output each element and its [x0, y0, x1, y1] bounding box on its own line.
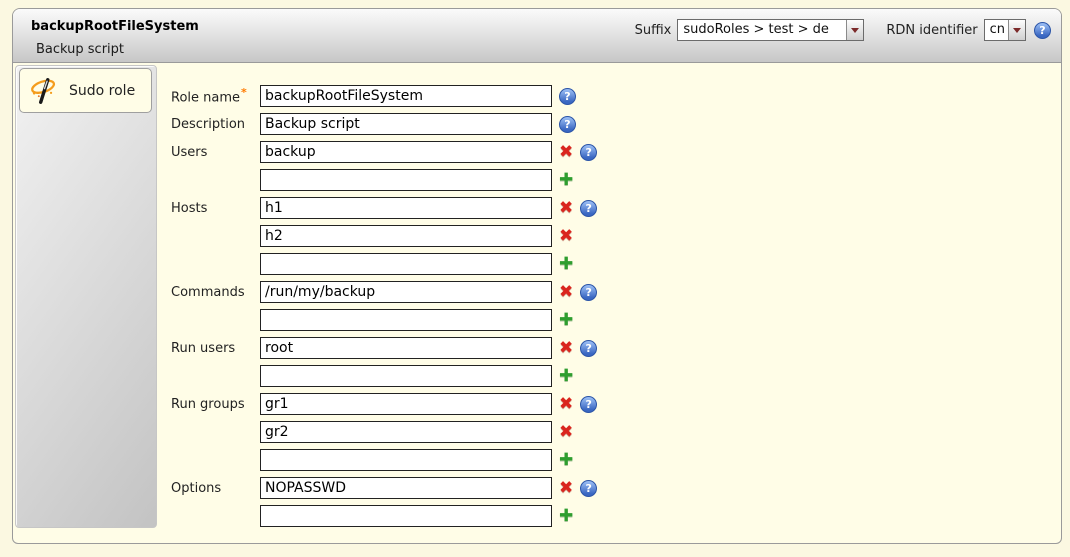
header-controls: Suffix sudoRoles > test > de RDN identif… — [635, 19, 1051, 41]
form-row: * ✖ ? ✚ — [171, 225, 597, 247]
add-button[interactable]: ✚ — [559, 368, 573, 385]
field-input[interactable] — [260, 393, 552, 415]
form-row: Run groups* ✖ ? ✚ — [171, 393, 597, 415]
field-input[interactable] — [260, 85, 552, 107]
form-row: * ✖ ? ✚ — [171, 365, 597, 387]
help-icon[interactable]: ? — [559, 116, 576, 133]
help-icon[interactable]: ? — [1034, 22, 1051, 39]
field-input[interactable] — [260, 169, 552, 191]
add-button[interactable]: ✚ — [559, 452, 573, 469]
page-subtitle: Backup script — [36, 42, 124, 57]
field-input[interactable] — [260, 309, 552, 331]
page-title: backupRootFileSystem — [31, 19, 199, 34]
title-bar: backupRootFileSystem Backup script Suffi… — [13, 9, 1061, 63]
module-sidebar — [15, 65, 157, 528]
delete-button[interactable]: ✖ — [559, 340, 573, 357]
delete-button[interactable]: ✖ — [559, 480, 573, 497]
field-input[interactable] — [260, 225, 552, 247]
rdn-select-value: cn — [985, 20, 1008, 40]
chevron-down-icon — [1008, 20, 1025, 40]
form-row: Description* ✖ ? ✚ — [171, 113, 597, 135]
suffix-select[interactable]: sudoRoles > test > de — [677, 19, 864, 41]
help-icon[interactable]: ? — [559, 88, 576, 105]
rdn-identifier-select[interactable]: cn — [984, 19, 1026, 41]
delete-button[interactable]: ✖ — [559, 284, 573, 301]
field-input[interactable] — [260, 477, 552, 499]
form-row: * ✖ ? ✚ — [171, 505, 597, 527]
tab-sudo-role[interactable]: Sudo role — [19, 68, 152, 113]
chevron-down-icon — [846, 20, 863, 40]
field-label: Role name — [171, 91, 240, 106]
field-label: Commands — [171, 285, 245, 300]
field-label: Run groups — [171, 397, 245, 412]
field-label: Hosts — [171, 201, 207, 216]
field-label: Users — [171, 145, 207, 160]
field-input[interactable] — [260, 253, 552, 275]
help-icon[interactable]: ? — [580, 396, 597, 413]
field-input[interactable] — [260, 141, 552, 163]
wand-icon — [28, 75, 60, 107]
tab-label: Sudo role — [69, 83, 135, 99]
form-row: * ✖ ? ✚ — [171, 309, 597, 331]
rdn-identifier-label: RDN identifier — [886, 23, 977, 38]
delete-button[interactable]: ✖ — [559, 228, 573, 245]
field-input[interactable] — [260, 337, 552, 359]
form-rows: Role name* ✖ ? ✚ Description* ✖ ? ✚ User… — [171, 85, 597, 533]
field-input[interactable] — [260, 449, 552, 471]
form-row: Users* ✖ ? ✚ — [171, 141, 597, 163]
main-window: backupRootFileSystem Backup script Suffi… — [12, 8, 1062, 544]
help-icon[interactable]: ? — [580, 284, 597, 301]
help-icon[interactable]: ? — [580, 200, 597, 217]
form-row: Commands* ✖ ? ✚ — [171, 281, 597, 303]
suffix-label: Suffix — [635, 23, 672, 38]
field-label: Run users — [171, 341, 235, 356]
form-row: Hosts* ✖ ? ✚ — [171, 197, 597, 219]
form-row: * ✖ ? ✚ — [171, 421, 597, 443]
suffix-select-value: sudoRoles > test > de — [678, 20, 846, 40]
field-input[interactable] — [260, 421, 552, 443]
form-row: * ✖ ? ✚ — [171, 253, 597, 275]
add-button[interactable]: ✚ — [559, 508, 573, 525]
field-input[interactable] — [260, 281, 552, 303]
form-row: Options* ✖ ? ✚ — [171, 477, 597, 499]
required-asterisk: * — [241, 86, 247, 99]
help-icon[interactable]: ? — [580, 340, 597, 357]
add-button[interactable]: ✚ — [559, 172, 573, 189]
add-button[interactable]: ✚ — [559, 312, 573, 329]
form-row: * ✖ ? ✚ — [171, 169, 597, 191]
field-input[interactable] — [260, 197, 552, 219]
field-label: Description — [171, 117, 245, 132]
delete-button[interactable]: ✖ — [559, 200, 573, 217]
delete-button[interactable]: ✖ — [559, 396, 573, 413]
form-row: Role name* ✖ ? ✚ — [171, 85, 597, 107]
field-label: Options — [171, 481, 221, 496]
field-input[interactable] — [260, 113, 552, 135]
delete-button[interactable]: ✖ — [559, 144, 573, 161]
field-input[interactable] — [260, 505, 552, 527]
delete-button[interactable]: ✖ — [559, 424, 573, 441]
help-icon[interactable]: ? — [580, 144, 597, 161]
form-row: Run users* ✖ ? ✚ — [171, 337, 597, 359]
form-row: * ✖ ? ✚ — [171, 449, 597, 471]
help-icon[interactable]: ? — [580, 480, 597, 497]
add-button[interactable]: ✚ — [559, 256, 573, 273]
field-input[interactable] — [260, 365, 552, 387]
